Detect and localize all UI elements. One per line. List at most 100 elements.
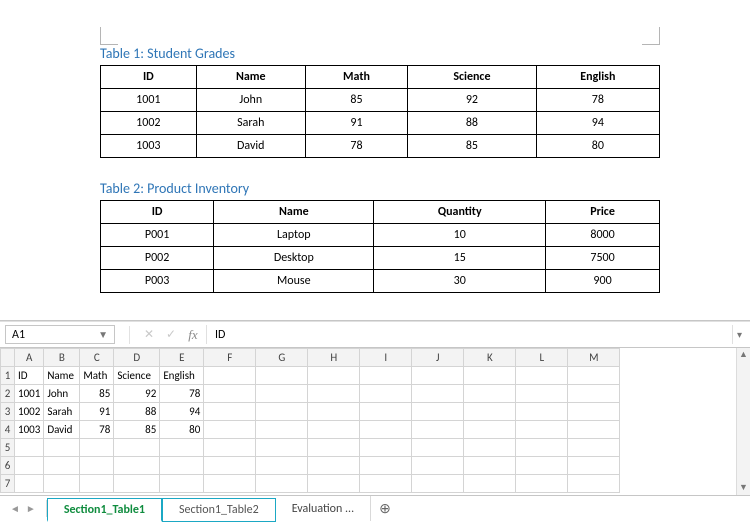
cell[interactable] — [568, 421, 620, 439]
cell[interactable]: 85 — [80, 385, 114, 403]
cell[interactable] — [256, 475, 308, 493]
expand-formula-icon[interactable]: ▾ — [732, 325, 746, 344]
cell[interactable]: John — [44, 385, 80, 403]
cell[interactable] — [568, 367, 620, 385]
cell[interactable] — [308, 403, 360, 421]
tab-prev-icon[interactable]: ◄ — [10, 502, 20, 515]
cell[interactable] — [308, 385, 360, 403]
col-header[interactable]: C — [80, 349, 114, 367]
formula-input[interactable]: ID — [206, 325, 732, 344]
add-sheet-icon[interactable]: ⊕ — [371, 496, 399, 521]
col-header[interactable]: G — [256, 349, 308, 367]
cell[interactable] — [568, 457, 620, 475]
col-header[interactable]: M — [568, 349, 620, 367]
cell[interactable] — [412, 403, 464, 421]
cell[interactable]: Name — [44, 367, 80, 385]
col-header[interactable]: A — [15, 349, 44, 367]
cell[interactable] — [412, 385, 464, 403]
cell[interactable] — [204, 403, 256, 421]
col-header[interactable]: H — [308, 349, 360, 367]
cell[interactable] — [412, 475, 464, 493]
cell[interactable]: 92 — [114, 385, 160, 403]
col-header[interactable]: D — [114, 349, 160, 367]
cell[interactable]: 1002 — [15, 403, 44, 421]
tab-next-icon[interactable]: ► — [26, 502, 36, 515]
cell[interactable] — [308, 439, 360, 457]
cell[interactable] — [256, 403, 308, 421]
cell[interactable] — [204, 439, 256, 457]
cell[interactable]: 1003 — [15, 421, 44, 439]
cell[interactable] — [15, 457, 44, 475]
vertical-scrollbar[interactable]: ▲ ▼ — [736, 348, 750, 495]
cell[interactable] — [516, 457, 568, 475]
cell[interactable] — [464, 385, 516, 403]
cell[interactable] — [360, 421, 412, 439]
cell[interactable] — [114, 475, 160, 493]
fx-icon[interactable]: fx — [186, 327, 200, 343]
cell[interactable] — [464, 439, 516, 457]
cell[interactable] — [516, 385, 568, 403]
sheet-tab-section1-table2[interactable]: Section1_Table2 — [162, 498, 276, 522]
cell[interactable] — [464, 421, 516, 439]
cell[interactable] — [204, 385, 256, 403]
sheet-tab-section1-table1[interactable]: Section1_Table1 — [47, 498, 162, 522]
cell[interactable] — [360, 403, 412, 421]
cell[interactable] — [160, 457, 204, 475]
name-box[interactable]: A1 ▼ — [5, 325, 115, 344]
cell[interactable] — [44, 439, 80, 457]
cell[interactable]: 80 — [160, 421, 204, 439]
scroll-up-icon[interactable]: ▲ — [737, 348, 750, 362]
cell[interactable]: Math — [80, 367, 114, 385]
cell[interactable] — [15, 475, 44, 493]
row-header[interactable]: 2 — [1, 385, 15, 403]
cell[interactable] — [204, 475, 256, 493]
cell[interactable]: 88 — [114, 403, 160, 421]
col-header[interactable]: B — [44, 349, 80, 367]
cell[interactable]: ID — [15, 367, 44, 385]
cell[interactable] — [308, 475, 360, 493]
cell[interactable] — [464, 367, 516, 385]
col-header[interactable]: K — [464, 349, 516, 367]
cell[interactable] — [80, 457, 114, 475]
cell[interactable] — [516, 367, 568, 385]
cell[interactable] — [44, 457, 80, 475]
cell[interactable]: 85 — [114, 421, 160, 439]
cell[interactable] — [160, 475, 204, 493]
cell[interactable] — [360, 475, 412, 493]
cell[interactable] — [568, 475, 620, 493]
cell[interactable] — [360, 367, 412, 385]
col-header[interactable]: F — [204, 349, 256, 367]
row-header[interactable]: 4 — [1, 421, 15, 439]
cell[interactable] — [308, 457, 360, 475]
cell[interactable] — [568, 439, 620, 457]
cell[interactable] — [204, 367, 256, 385]
cell[interactable] — [464, 475, 516, 493]
cell[interactable] — [568, 385, 620, 403]
row-header[interactable]: 6 — [1, 457, 15, 475]
cell[interactable]: 91 — [80, 403, 114, 421]
cell[interactable] — [464, 403, 516, 421]
scroll-down-icon[interactable]: ▼ — [737, 481, 750, 495]
cell[interactable] — [256, 367, 308, 385]
col-header[interactable]: L — [516, 349, 568, 367]
cell[interactable] — [256, 385, 308, 403]
cell[interactable]: David — [44, 421, 80, 439]
col-header[interactable]: J — [412, 349, 464, 367]
sheet-tab-evaluation[interactable]: Evaluation ... — [276, 496, 371, 521]
cell[interactable]: 78 — [80, 421, 114, 439]
cell[interactable]: 1001 — [15, 385, 44, 403]
col-header[interactable]: I — [360, 349, 412, 367]
cell[interactable] — [256, 457, 308, 475]
spreadsheet-grid[interactable]: A B C D E F G H I J K L M 1 ID Name Math… — [0, 348, 620, 493]
cell[interactable] — [80, 475, 114, 493]
cell[interactable]: 94 — [160, 403, 204, 421]
cell[interactable] — [412, 457, 464, 475]
row-header[interactable]: 1 — [1, 367, 15, 385]
cell[interactable]: Science — [114, 367, 160, 385]
select-all-corner[interactable] — [1, 349, 15, 367]
cell[interactable] — [516, 421, 568, 439]
cell[interactable] — [204, 421, 256, 439]
cell[interactable] — [256, 439, 308, 457]
cell[interactable] — [80, 439, 114, 457]
confirm-icon[interactable]: ✓ — [164, 327, 178, 342]
